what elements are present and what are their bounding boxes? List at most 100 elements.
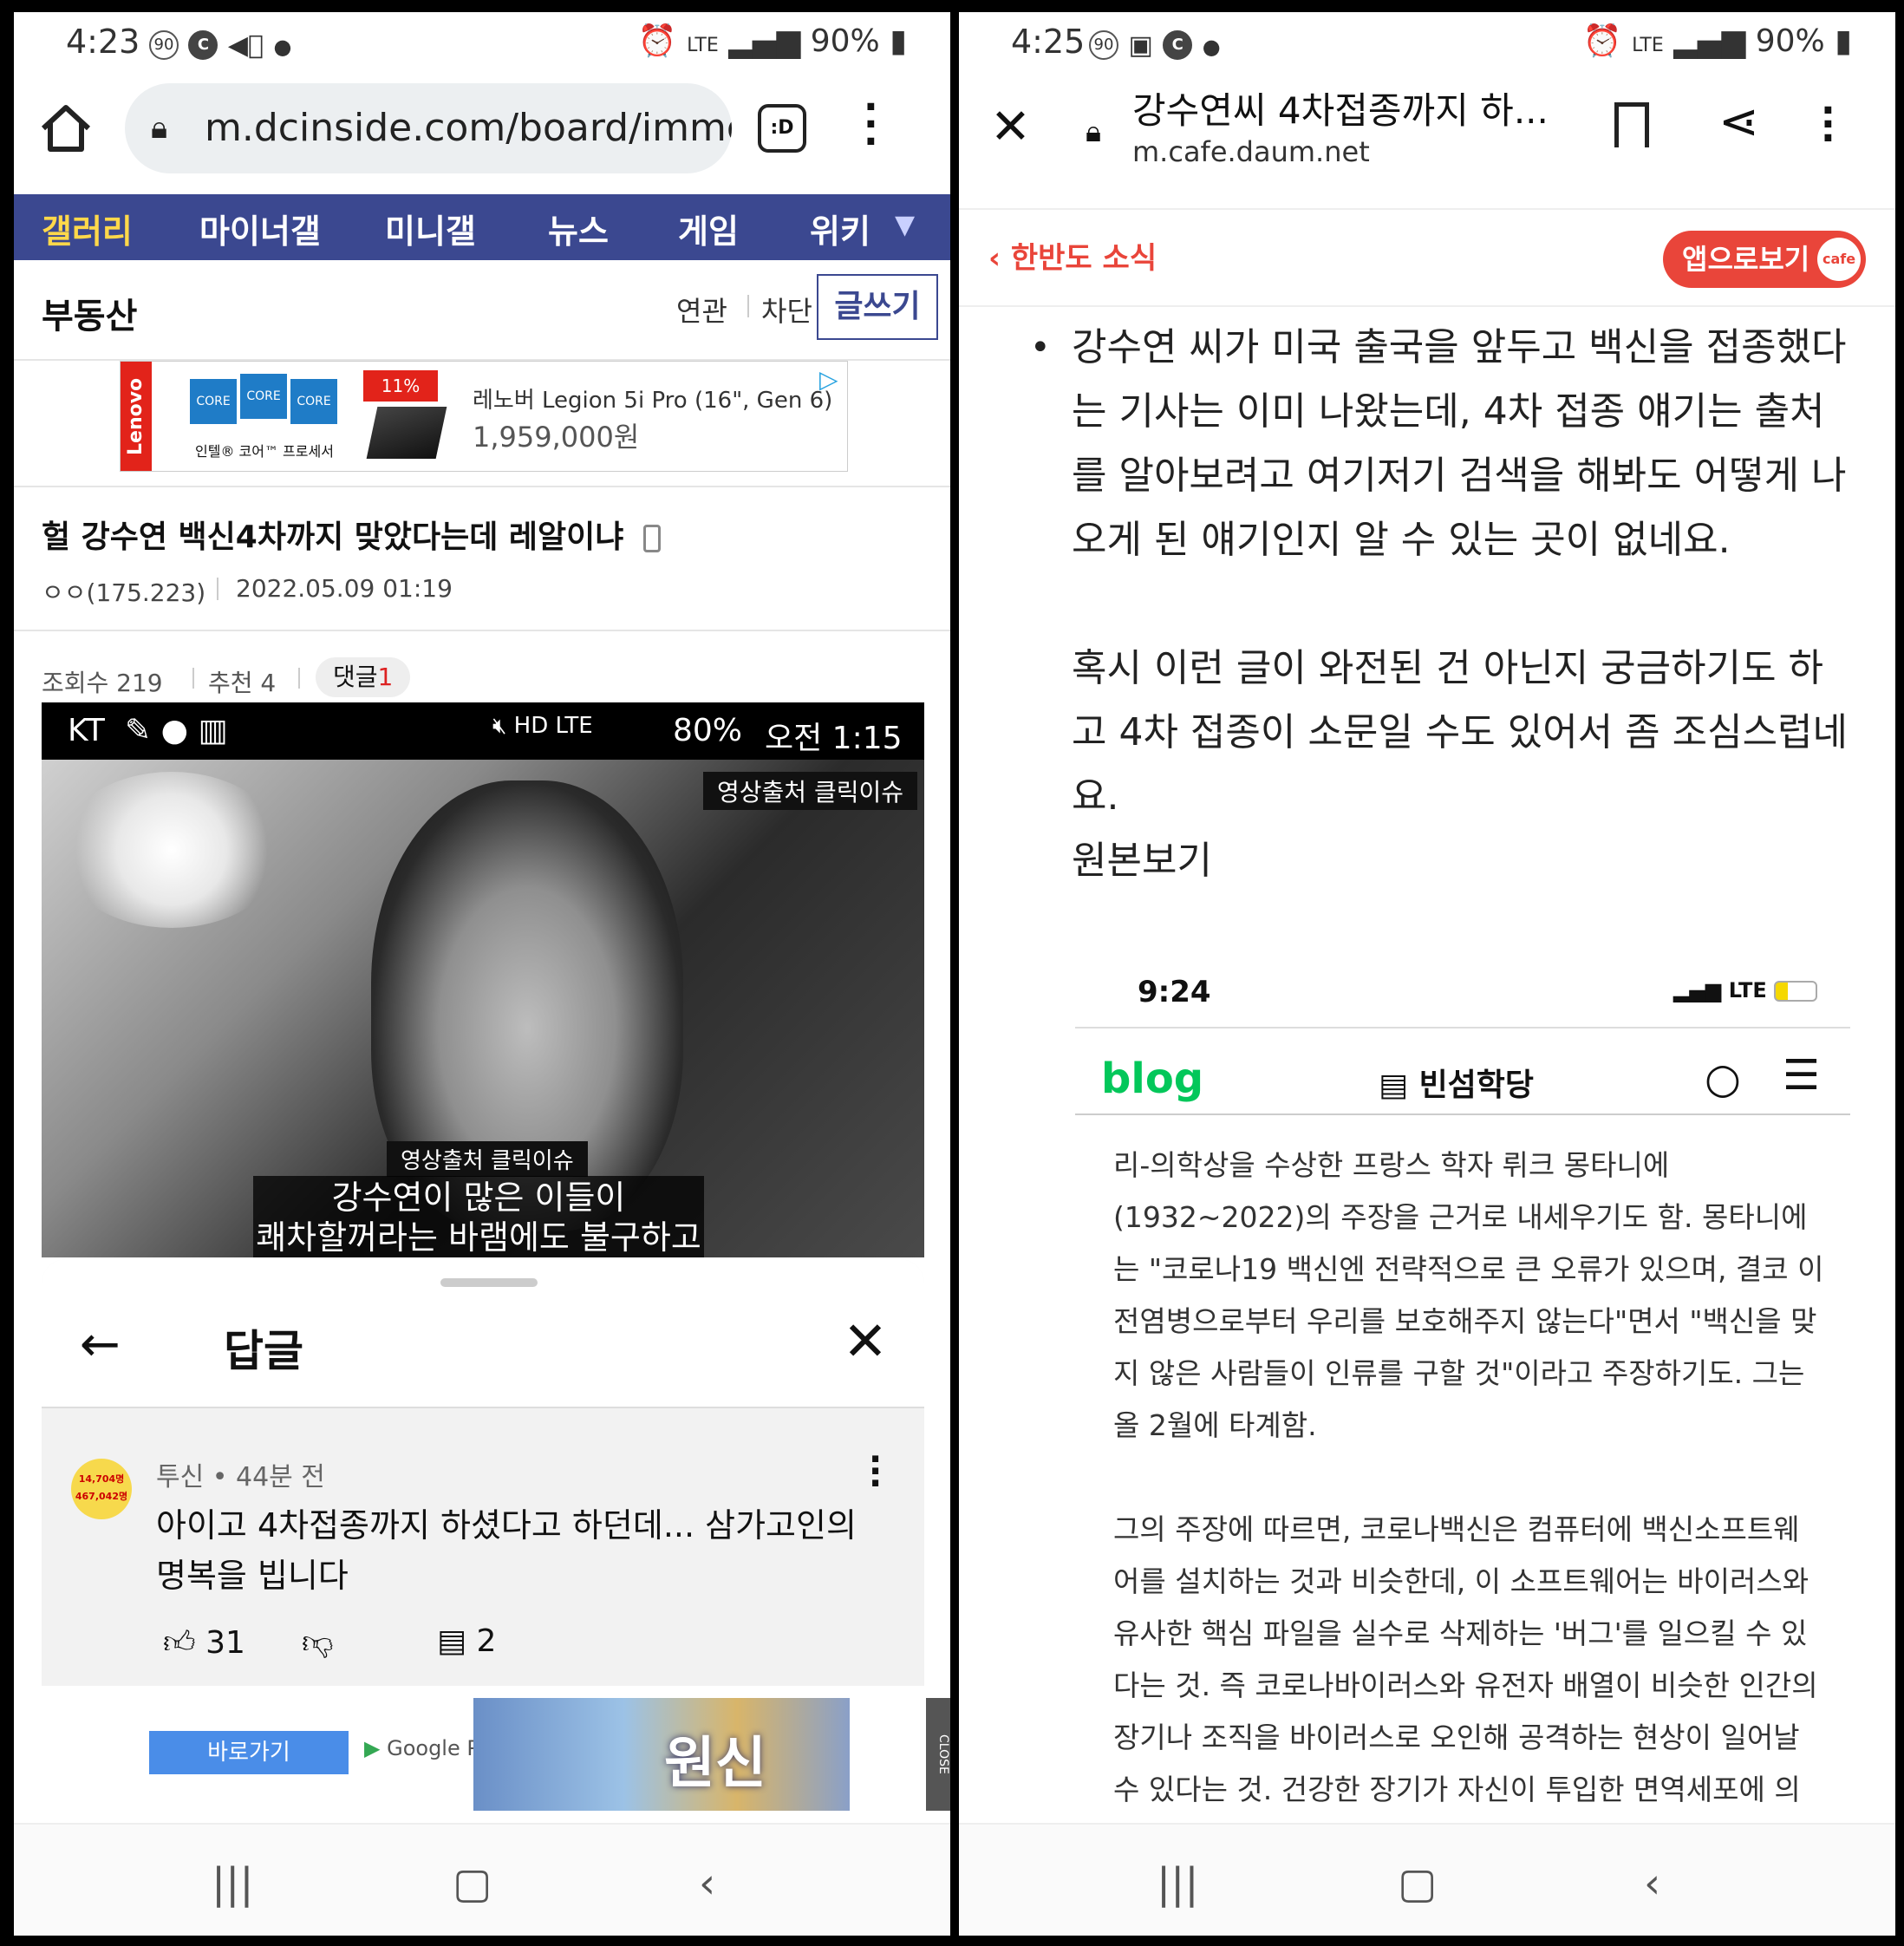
embedded-status-bar: KT ✎ ● ▥ 🔇︎ HD LTE 80% 오전 1:15 bbox=[42, 702, 924, 760]
blog-body: 리-의학상을 수상한 프랑스 학자 뤼크 몽타니에(1932~2022)의 주장… bbox=[1113, 1140, 1824, 1825]
image-icon: ▣ bbox=[1128, 30, 1153, 61]
nav-game[interactable]: 게임 bbox=[678, 205, 739, 252]
adchoices-icon[interactable]: ▷ bbox=[819, 365, 838, 394]
comment-time: 44분 전 bbox=[235, 1462, 325, 1492]
source-tag: 영상출처 클릭이슈 bbox=[703, 772, 917, 810]
block-link[interactable]: 차단 bbox=[761, 290, 812, 330]
blog-name-text: 빈섬학당 bbox=[1418, 1068, 1535, 1103]
embedded-battery: 80% bbox=[673, 713, 743, 748]
tab-switcher-button[interactable]: :D bbox=[758, 104, 806, 153]
divider bbox=[217, 578, 218, 600]
comments-label: 댓글 bbox=[333, 663, 378, 691]
speaker-icon: ◀ͦ bbox=[227, 30, 264, 61]
divider bbox=[192, 668, 194, 689]
battery-percent: 90% bbox=[810, 23, 880, 59]
android-nav-bar: ||| ▢ ‹ bbox=[959, 1823, 1895, 1936]
badge-90-icon: 90 bbox=[1089, 30, 1118, 60]
embed-battery-icon bbox=[1774, 981, 1818, 1002]
reply-count: 2 bbox=[476, 1623, 497, 1659]
blog-paragraph: 그의 주장에 따르면, 코로나백신은 컴퓨터에 백신소프트웨어를 설치하는 것과… bbox=[1113, 1512, 1818, 1806]
genshin-ad[interactable]: 바로가기 ▶ Google Play 원신 CLOSE bbox=[14, 1698, 950, 1828]
avatar-text: 14,704명 bbox=[78, 1473, 125, 1485]
dot-icon: ● bbox=[273, 35, 292, 59]
search-icon[interactable]: ○ bbox=[1705, 1055, 1741, 1103]
close-icon[interactable]: ✕ bbox=[990, 99, 1031, 155]
recent-apps-icon[interactable]: ||| bbox=[1157, 1859, 1199, 1908]
notification-icons: 90 C ◀ͦ ● bbox=[149, 26, 291, 62]
lenovo-ad[interactable]: Lenovo CORE CORE CORE 인텔® 코어™ 프로세서 11% 레… bbox=[120, 361, 848, 472]
home-button-icon[interactable]: ▢ bbox=[453, 1859, 492, 1908]
lamp-light bbox=[59, 772, 284, 928]
embedded-mute-icon: 🔇︎ HD LTE bbox=[492, 713, 593, 739]
write-button[interactable]: 글쓰기 bbox=[817, 274, 938, 340]
share-icon[interactable]: ⋖ bbox=[1718, 94, 1759, 150]
comment-menu-icon[interactable]: · · · bbox=[869, 1442, 882, 1501]
home-button-icon[interactable]: ▢ bbox=[1398, 1859, 1437, 1908]
like-button[interactable]: 👍︎ 31 bbox=[163, 1623, 245, 1662]
signal-icon: ▂▄▆ bbox=[1673, 23, 1746, 59]
post-recommend: 추천 4 bbox=[208, 669, 277, 697]
intel-chip-icon: CORE bbox=[240, 374, 287, 419]
avatar[interactable]: 14,704명 467,042명 bbox=[71, 1459, 132, 1519]
cafe-back-link[interactable]: ‹ 한반도 소식 bbox=[988, 234, 1157, 277]
dislike-button[interactable]: 👎︎ bbox=[302, 1623, 334, 1662]
nav-mini-gallery[interactable]: 미니갤 bbox=[385, 205, 476, 252]
divider bbox=[1075, 1113, 1850, 1115]
hamburger-icon[interactable]: ☰ bbox=[1783, 1051, 1820, 1100]
reply-count-button[interactable]: ▤ 2 bbox=[437, 1623, 496, 1659]
drag-handle[interactable] bbox=[440, 1278, 538, 1287]
close-icon[interactable]: ✕ bbox=[843, 1309, 888, 1373]
divider bbox=[747, 295, 749, 317]
post-author: ㅇㅇ(175.223) bbox=[42, 578, 206, 607]
nav-minor-gallery[interactable]: 마이너갤 bbox=[199, 205, 321, 252]
intel-chip-icon: CORE bbox=[290, 379, 337, 424]
post-views: 조회수 219 bbox=[42, 669, 163, 697]
bullet-icon: • bbox=[1030, 328, 1051, 368]
carrier: KT bbox=[68, 713, 105, 748]
nav-expand-icon[interactable]: ▼ bbox=[895, 210, 915, 240]
battery-percent: 90% bbox=[1755, 23, 1825, 59]
like-count: 31 bbox=[205, 1625, 245, 1661]
cafe-name: 한반도 소식 bbox=[1010, 241, 1157, 276]
related-link[interactable]: 연관 bbox=[676, 290, 727, 330]
game-art: 원신 bbox=[473, 1698, 850, 1811]
cafe-logo-icon: cafe bbox=[1817, 238, 1861, 281]
gallery-nav: 갤러리 마이너갤 미니갤 뉴스 게임 위키 ▼ bbox=[14, 194, 950, 260]
comment-author[interactable]: 투신 bbox=[156, 1462, 204, 1492]
blog-paragraph: 리-의학상을 수상한 프랑스 학자 뤼크 몽타니에(1932~2022)의 주장… bbox=[1113, 1148, 1824, 1442]
c-app-icon: C bbox=[188, 30, 218, 60]
open-in-app-button[interactable]: 앱으로보기 cafe bbox=[1663, 231, 1866, 288]
menu-icon[interactable]: · · · bbox=[1821, 92, 1836, 158]
subtitle-line: 강수연이 많은 이들이 bbox=[331, 1179, 626, 1217]
comment-text: 아이고 4차접종까지 하셨다고 하던데... 삼가고인의 명복을 빕니다 bbox=[156, 1506, 857, 1595]
left-screenshot: 4:23 90 C ◀ͦ ● ⏰ LTE ▂▄▆ 90% ▮ 🔒︎ m.dcin… bbox=[14, 12, 950, 1936]
home-icon[interactable] bbox=[31, 94, 101, 163]
nav-wiki[interactable]: 위키 bbox=[810, 205, 870, 252]
cafe-nav-bar: ‹ 한반도 소식 앱으로보기 cafe bbox=[959, 208, 1895, 307]
back-arrow-icon[interactable]: ← bbox=[80, 1316, 121, 1373]
ad-close-button[interactable]: CLOSE bbox=[926, 1698, 950, 1811]
divider bbox=[298, 668, 300, 689]
back-icon[interactable]: ‹ bbox=[699, 1859, 715, 1908]
ad-go-button[interactable]: 바로가기 bbox=[149, 1731, 349, 1774]
nav-gallery[interactable]: 갤러리 bbox=[42, 205, 133, 252]
recent-apps-icon[interactable]: ||| bbox=[212, 1859, 254, 1908]
original-link[interactable]: 원본보기 bbox=[1072, 829, 1852, 893]
url-bar[interactable]: 🔒︎ m.dcinside.com/board/immo bbox=[125, 83, 732, 173]
intel-chip-icon: CORE bbox=[190, 379, 237, 424]
nav-news[interactable]: 뉴스 bbox=[548, 205, 609, 252]
comments-pill[interactable]: 댓글1 bbox=[316, 657, 411, 697]
c-app-icon: C bbox=[1163, 30, 1193, 60]
back-icon[interactable]: ‹ bbox=[1644, 1859, 1660, 1908]
alarm-icon: ⏰ bbox=[1582, 23, 1622, 59]
avatar-text: 467,042명 bbox=[75, 1491, 128, 1502]
embedded-time: 오전 1:15 bbox=[765, 721, 903, 756]
bookmark-icon[interactable] bbox=[1614, 102, 1649, 147]
menu-icon[interactable]: · · · bbox=[864, 88, 878, 161]
post-date: 2022.05.09 01:19 bbox=[236, 574, 453, 603]
blog-name: ▤ 빈섬학당 bbox=[1379, 1060, 1534, 1105]
ad-product: 레노버 Legion 5i Pro (16", Gen 6) bbox=[473, 388, 833, 414]
divider bbox=[14, 630, 950, 631]
notification-icons: 90 ▣ C ● bbox=[1089, 26, 1221, 62]
embed-signal: ▂▄▆ LTE bbox=[1673, 978, 1818, 1002]
